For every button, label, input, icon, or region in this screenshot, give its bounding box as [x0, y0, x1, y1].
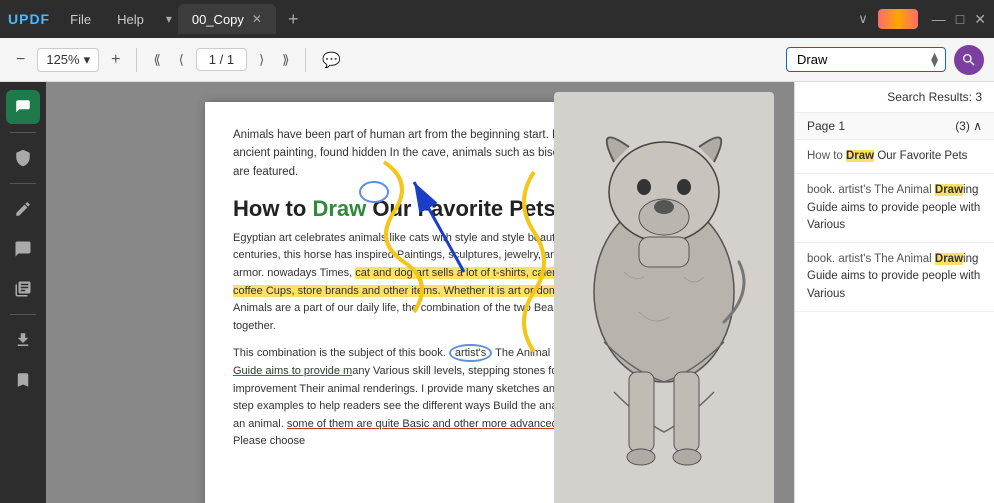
- result-2-match: Draw: [935, 184, 963, 196]
- sidebar-icon-edit[interactable]: [6, 192, 40, 226]
- edit-icon: [14, 200, 32, 218]
- sidebar-separator-2: [10, 183, 36, 184]
- divider-2: [305, 48, 306, 72]
- divider-1: [136, 48, 137, 72]
- page-next-button[interactable]: ⟩: [253, 48, 270, 72]
- sidebar-icon-pages[interactable]: [6, 272, 40, 306]
- chevron-icon: ∧: [973, 119, 982, 133]
- page-last-button[interactable]: ⟫: [276, 48, 295, 72]
- toolbar: − 125% ▾ + ⟪ ⟨ 1 / 1 ⟩ ⟫ 💬 ⧫: [0, 38, 994, 82]
- search-result-item-2[interactable]: book. artist's The Animal Drawing Guide …: [795, 174, 994, 243]
- menu-file[interactable]: File: [60, 8, 101, 31]
- search-box[interactable]: ⧫: [786, 47, 946, 72]
- menu-help[interactable]: Help: [107, 8, 154, 31]
- search-page-count-chevron: (3) ∧: [955, 119, 982, 133]
- result-1-match: Draw: [846, 150, 874, 162]
- tabs-overflow-button[interactable]: ∨: [858, 11, 868, 27]
- search-input[interactable]: [786, 47, 946, 72]
- zoom-out-button[interactable]: −: [10, 47, 31, 73]
- sidebar-icon-export[interactable]: [6, 323, 40, 357]
- search-icon: [961, 52, 977, 68]
- current-tab[interactable]: 00_Copy ✕: [178, 4, 276, 34]
- sidebar-icon-stamp[interactable]: [6, 141, 40, 175]
- pdf-intro-text: Animals have been part of human art from…: [233, 126, 607, 181]
- search-page-label: Page 1: [807, 119, 845, 133]
- page-first-button[interactable]: ⟪: [147, 48, 166, 72]
- pdf-area: Animals have been part of human art from…: [46, 82, 794, 503]
- tab-name: 00_Copy: [192, 12, 244, 27]
- search-button[interactable]: [954, 45, 984, 75]
- pdf-heading: How to Draw Our Favorite Pets: [233, 195, 607, 224]
- result-2-prefix: book. artist's The Animal: [807, 184, 935, 196]
- page-prev-button[interactable]: ⟨: [173, 48, 190, 72]
- heading-pre: How to: [233, 196, 312, 221]
- titlebar: UPDF File Help ▾ 00_Copy ✕ + ∨ — □ ✕: [0, 0, 994, 38]
- close-button[interactable]: ✕: [974, 11, 986, 28]
- page-display: 1 / 1: [196, 48, 247, 71]
- underline-drawing: ing Guide aims to provide m: [233, 347, 594, 377]
- zoom-chevron-icon: ▾: [84, 52, 91, 68]
- export-icon: [14, 331, 32, 349]
- sidebar-icon-viewer[interactable]: [6, 90, 40, 124]
- comment-icon: [14, 240, 32, 258]
- minimize-button[interactable]: —: [932, 11, 946, 28]
- underline-some: some of them are quite Basic and other m…: [287, 418, 588, 430]
- heading-draw-word: Draw: [312, 196, 366, 221]
- maximize-button[interactable]: □: [956, 11, 964, 28]
- app-logo: UPDF: [8, 11, 50, 27]
- result-1-prefix: How to: [807, 150, 846, 162]
- pages-icon: [14, 280, 32, 298]
- tab-close-button[interactable]: ✕: [252, 12, 262, 26]
- search-result-item-3[interactable]: book. artist's The Animal Drawing Guide …: [795, 243, 994, 312]
- pdf-body: Egyptian art celebrates animals like cat…: [233, 230, 607, 451]
- add-tab-button[interactable]: +: [282, 9, 305, 30]
- sidebar-icon-bookmark[interactable]: [6, 363, 40, 397]
- left-sidebar: [0, 82, 46, 503]
- tab-arrow: ▾: [166, 12, 172, 26]
- dog-sketch-svg: [554, 92, 774, 503]
- search-results-header: Search Results: 3: [795, 82, 994, 113]
- zoom-display[interactable]: 125% ▾: [37, 48, 99, 72]
- zoom-value: 125%: [46, 52, 79, 67]
- window-controls: — □ ✕: [932, 11, 986, 28]
- heading-post: Our Favorite Pets: [366, 196, 556, 221]
- search-page-header[interactable]: Page 1 (3) ∧: [795, 113, 994, 140]
- sidebar-separator-1: [10, 132, 36, 133]
- zoom-in-button[interactable]: +: [105, 47, 126, 73]
- bookmark-icon: [14, 371, 32, 389]
- comment-button[interactable]: 💬: [316, 47, 347, 73]
- brand-logo: [878, 9, 918, 29]
- viewer-icon: [14, 98, 32, 116]
- circle-annotation-artist: artist's: [449, 344, 492, 362]
- result-3-match: Draw: [935, 253, 963, 265]
- sidebar-icon-comment[interactable]: [6, 232, 40, 266]
- filter-icon[interactable]: ⧫: [931, 51, 938, 68]
- result-3-prefix: book. artist's The Animal: [807, 253, 935, 265]
- search-results-panel: Search Results: 3 Page 1 (3) ∧ How to Dr…: [794, 82, 994, 503]
- stamp-icon: [14, 149, 32, 167]
- main-content: Animals have been part of human art from…: [0, 82, 994, 503]
- dog-illustration: [554, 92, 774, 503]
- sidebar-separator-3: [10, 314, 36, 315]
- highlight-yellow-1: cat and dog art sells a lot of t-shirts,…: [233, 267, 583, 297]
- result-1-suffix: Our Favorite Pets: [874, 150, 967, 162]
- search-result-item-1[interactable]: How to Draw Our Favorite Pets: [795, 140, 994, 174]
